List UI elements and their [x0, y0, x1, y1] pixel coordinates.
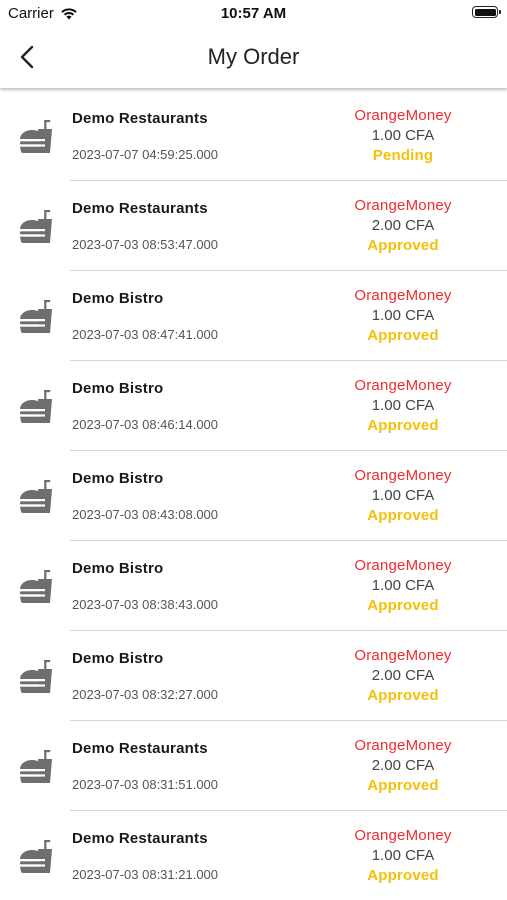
payment-method: OrangeMoney	[354, 557, 452, 574]
order-date: 2023-07-03 08:38:43.000	[72, 597, 219, 612]
payment-method: OrangeMoney	[354, 287, 452, 304]
order-amount: 1.00 CFA	[371, 847, 435, 864]
order-summary: OrangeMoney 1.00 CFA Approved	[333, 556, 473, 616]
restaurant-name: Demo Restaurants	[72, 740, 208, 757]
status-bar: Carrier 10:57 AM	[0, 0, 507, 30]
restaurant-name: Demo Restaurants	[72, 200, 208, 217]
payment-method: OrangeMoney	[354, 737, 452, 754]
order-date: 2023-07-03 08:47:41.000	[72, 327, 219, 342]
food-drink-icon	[19, 750, 52, 784]
order-summary: OrangeMoney 2.00 CFA Approved	[333, 736, 473, 796]
order-row[interactable]: Demo Restaurants 2023-07-07 04:59:25.000…	[0, 91, 507, 181]
restaurant-name: Demo Restaurants	[72, 830, 208, 847]
battery-icon	[472, 6, 501, 18]
status-badge: Approved	[367, 507, 439, 524]
order-amount: 1.00 CFA	[371, 487, 435, 504]
order-summary: OrangeMoney 1.00 CFA Approved	[333, 376, 473, 436]
order-row[interactable]: Demo Bistro 2023-07-03 08:47:41.000 Oran…	[0, 271, 507, 361]
app-screen: Carrier 10:57 AM My Order Demo Restauran…	[0, 0, 507, 900]
order-summary: OrangeMoney 1.00 CFA Approved	[333, 826, 473, 886]
status-badge: Approved	[367, 237, 439, 254]
food-drink-icon	[19, 300, 52, 334]
order-summary: OrangeMoney 2.00 CFA Approved	[333, 646, 473, 706]
food-drink-icon	[19, 840, 52, 874]
order-date: 2023-07-03 08:31:21.000	[72, 867, 219, 882]
order-amount: 1.00 CFA	[371, 127, 435, 144]
status-badge: Approved	[367, 597, 439, 614]
order-date: 2023-07-03 08:31:51.000	[72, 777, 219, 792]
food-drink-icon	[19, 660, 52, 694]
order-amount: 1.00 CFA	[371, 577, 435, 594]
order-date: 2023-07-03 08:46:14.000	[72, 417, 219, 432]
restaurant-name: Demo Bistro	[72, 650, 164, 667]
order-amount: 1.00 CFA	[371, 307, 435, 324]
status-badge: Approved	[367, 327, 439, 344]
status-badge: Approved	[367, 777, 439, 794]
status-badge: Pending	[372, 147, 434, 164]
restaurant-name: Demo Bistro	[72, 290, 164, 307]
status-time: 10:57 AM	[220, 5, 287, 22]
food-drink-icon	[19, 210, 52, 244]
order-summary: OrangeMoney 1.00 CFA Pending	[333, 106, 473, 166]
restaurant-name: Demo Bistro	[72, 470, 164, 487]
order-amount: 2.00 CFA	[371, 667, 435, 684]
order-date: 2023-07-03 08:32:27.000	[72, 687, 219, 702]
order-list: Demo Restaurants 2023-07-07 04:59:25.000…	[0, 91, 507, 900]
payment-method: OrangeMoney	[354, 197, 452, 214]
food-drink-icon	[19, 390, 52, 424]
payment-method: OrangeMoney	[354, 377, 452, 394]
food-drink-icon	[19, 120, 52, 154]
page-title: My Order	[207, 44, 300, 69]
order-date: 2023-07-03 08:43:08.000	[72, 507, 219, 522]
order-row[interactable]: Demo Restaurants 2023-07-03 08:31:21.000…	[0, 811, 507, 900]
payment-method: OrangeMoney	[354, 107, 452, 124]
restaurant-name: Demo Restaurants	[72, 110, 208, 127]
nav-bar: My Order	[0, 30, 507, 88]
order-summary: OrangeMoney 1.00 CFA Approved	[333, 286, 473, 346]
order-row[interactable]: Demo Restaurants 2023-07-03 08:31:51.000…	[0, 721, 507, 811]
order-summary: OrangeMoney 1.00 CFA Approved	[333, 466, 473, 526]
order-date: 2023-07-03 08:53:47.000	[72, 237, 219, 252]
status-badge: Approved	[367, 867, 439, 884]
food-drink-icon	[19, 480, 52, 514]
order-summary: OrangeMoney 2.00 CFA Approved	[333, 196, 473, 256]
food-drink-icon	[19, 570, 52, 604]
status-badge: Approved	[367, 687, 439, 704]
order-row[interactable]: Demo Bistro 2023-07-03 08:32:27.000 Oran…	[0, 631, 507, 721]
payment-method: OrangeMoney	[354, 827, 452, 844]
status-badge: Approved	[367, 417, 439, 434]
payment-method: OrangeMoney	[354, 647, 452, 664]
order-amount: 1.00 CFA	[371, 397, 435, 414]
order-amount: 2.00 CFA	[371, 757, 435, 774]
order-row[interactable]: Demo Restaurants 2023-07-03 08:53:47.000…	[0, 181, 507, 271]
restaurant-name: Demo Bistro	[72, 380, 164, 397]
order-amount: 2.00 CFA	[371, 217, 435, 234]
payment-method: OrangeMoney	[354, 467, 452, 484]
order-row[interactable]: Demo Bistro 2023-07-03 08:46:14.000 Oran…	[0, 361, 507, 451]
restaurant-name: Demo Bistro	[72, 560, 164, 577]
order-date: 2023-07-07 04:59:25.000	[72, 147, 219, 162]
order-row[interactable]: Demo Bistro 2023-07-03 08:43:08.000 Oran…	[0, 451, 507, 541]
order-row[interactable]: Demo Bistro 2023-07-03 08:38:43.000 Oran…	[0, 541, 507, 631]
